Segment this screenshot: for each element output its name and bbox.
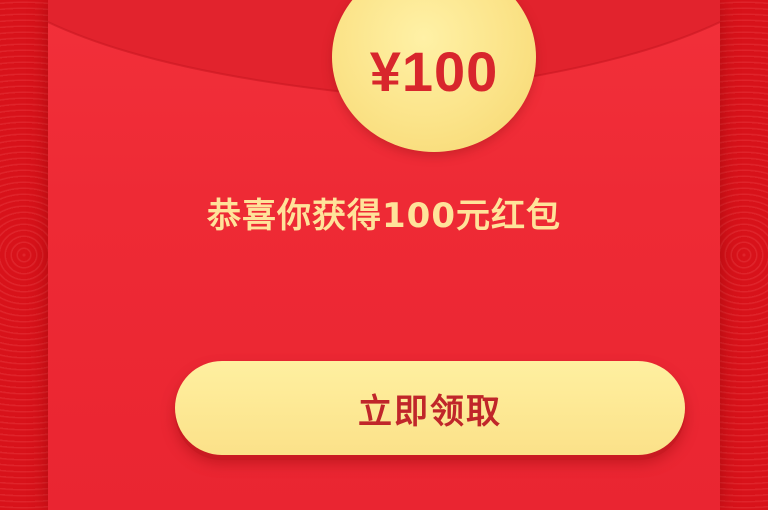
- claim-now-label: 立即领取: [358, 391, 502, 432]
- red-envelope-screen: ¥100 恭喜你获得100元红包 立即领取: [0, 0, 768, 510]
- left-pattern-border: [0, 0, 48, 510]
- amount-label: ¥100: [369, 39, 499, 103]
- right-pattern-border: [720, 0, 768, 510]
- claim-now-button[interactable]: 立即领取: [175, 361, 685, 455]
- congratulations-message: 恭喜你获得100元红包: [207, 196, 561, 236]
- red-envelope: ¥100 恭喜你获得100元红包 立即领取: [48, 0, 720, 510]
